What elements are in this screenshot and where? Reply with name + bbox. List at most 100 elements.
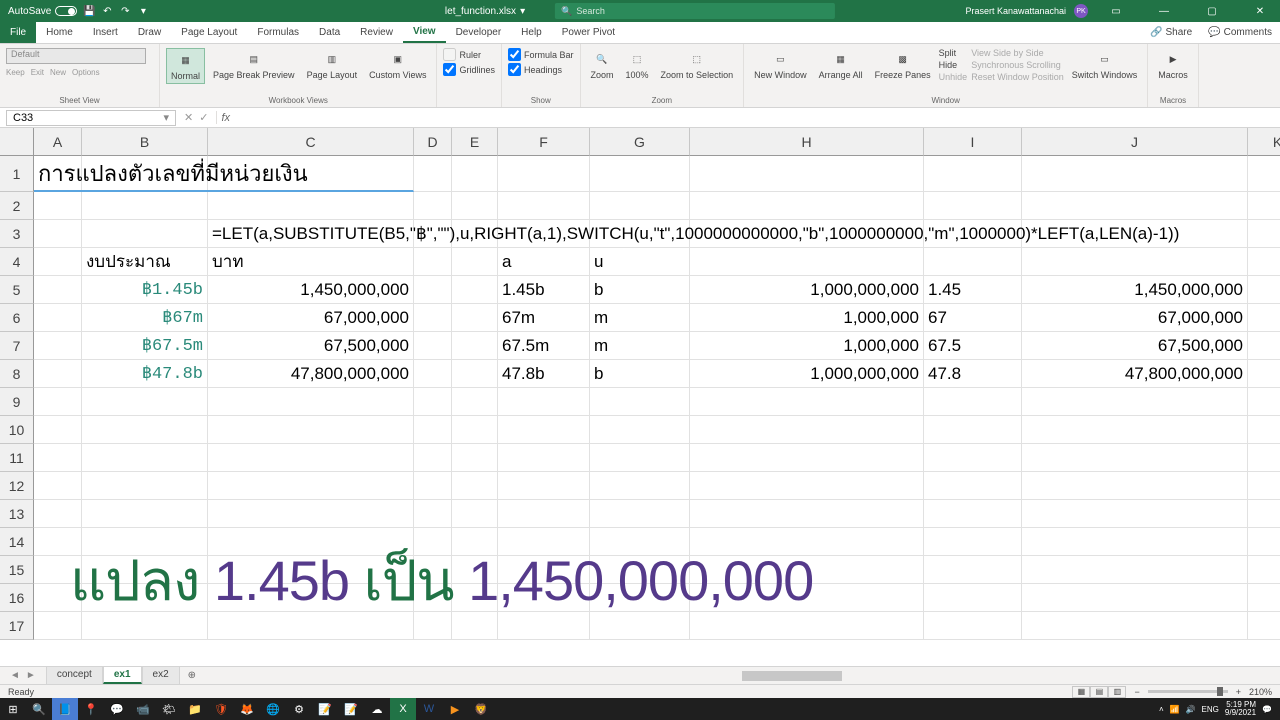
maximize-button[interactable]: ▢: [1192, 0, 1232, 22]
task-icon[interactable]: 🌐: [260, 698, 286, 720]
search-input[interactable]: 🔍 Search: [555, 3, 835, 19]
zoom100-button[interactable]: ⬚100%: [622, 48, 653, 82]
cell[interactable]: งบประมาณ: [82, 248, 208, 276]
task-icon[interactable]: 📁: [182, 698, 208, 720]
cell[interactable]: 67: [924, 304, 1022, 332]
column-header[interactable]: F: [498, 128, 590, 156]
zoom-slider[interactable]: [1148, 690, 1228, 693]
cell[interactable]: 67.5: [924, 332, 1022, 360]
cell[interactable]: 1.45: [924, 276, 1022, 304]
sheet-tab-ex1[interactable]: ex1: [103, 667, 142, 684]
row-header[interactable]: 13: [0, 500, 34, 528]
tab-help[interactable]: Help: [511, 22, 552, 43]
tab-draw[interactable]: Draw: [128, 22, 171, 43]
row-header[interactable]: 9: [0, 388, 34, 416]
macros-button[interactable]: ▶Macros: [1154, 48, 1192, 82]
add-sheet-button[interactable]: ⊕: [180, 670, 204, 681]
cell[interactable]: 67,000,000: [1022, 304, 1248, 332]
row-header[interactable]: 15: [0, 556, 34, 584]
cell[interactable]: m: [590, 332, 690, 360]
cell[interactable]: 1,000,000,000: [690, 276, 924, 304]
hide-button[interactable]: Hide: [939, 60, 968, 70]
tab-insert[interactable]: Insert: [83, 22, 128, 43]
zoom-in-button[interactable]: +: [1236, 687, 1241, 697]
cell[interactable]: 1,450,000,000: [208, 276, 414, 304]
column-header[interactable]: G: [590, 128, 690, 156]
cell[interactable]: การแปลงตัวเลขที่มีหน่วยเงิน: [34, 156, 414, 192]
cell[interactable]: 1,000,000: [690, 332, 924, 360]
select-all-corner[interactable]: [0, 128, 34, 156]
cell[interactable]: 47,800,000,000: [1022, 360, 1248, 388]
cell[interactable]: บาท: [208, 248, 414, 276]
language-indicator[interactable]: ENG: [1202, 705, 1219, 714]
row-header[interactable]: 5: [0, 276, 34, 304]
qat-dropdown-icon[interactable]: ▾: [137, 5, 149, 17]
column-header[interactable]: E: [452, 128, 498, 156]
split-button[interactable]: Split: [939, 48, 968, 58]
tab-review[interactable]: Review: [350, 22, 403, 43]
cell[interactable]: m: [590, 304, 690, 332]
switchwindows-button[interactable]: ▭Switch Windows: [1068, 48, 1142, 82]
tab-file[interactable]: File: [0, 22, 36, 43]
row-header[interactable]: 14: [0, 528, 34, 556]
task-icon[interactable]: 🛡: [208, 698, 234, 720]
cell[interactable]: b: [590, 276, 690, 304]
row-header[interactable]: 2: [0, 192, 34, 220]
volume-icon[interactable]: 🔊: [1186, 705, 1196, 714]
tab-home[interactable]: Home: [36, 22, 83, 43]
tab-data[interactable]: Data: [309, 22, 350, 43]
column-header[interactable]: H: [690, 128, 924, 156]
tab-view[interactable]: View: [403, 22, 446, 43]
prev-sheet-icon[interactable]: ◄: [10, 670, 20, 681]
task-icon[interactable]: 📝: [312, 698, 338, 720]
column-header[interactable]: K: [1248, 128, 1280, 156]
task-icon[interactable]: 🔍: [26, 698, 52, 720]
pagebreakview-icon[interactable]: ▥: [1108, 686, 1126, 698]
task-icon[interactable]: 🌤: [156, 698, 182, 720]
task-icon[interactable]: ⚙: [286, 698, 312, 720]
cell[interactable]: 1,000,000,000: [690, 360, 924, 388]
clock[interactable]: 5:19 PM9/9/2021: [1225, 701, 1256, 717]
column-header[interactable]: J: [1022, 128, 1248, 156]
zoom-out-button[interactable]: −: [1134, 687, 1139, 697]
zoom-level[interactable]: 210%: [1249, 687, 1272, 697]
next-sheet-icon[interactable]: ►: [26, 670, 36, 681]
cell[interactable]: 1.45b: [498, 276, 590, 304]
task-icon[interactable]: 🦊: [234, 698, 260, 720]
cell[interactable]: 1,000,000: [690, 304, 924, 332]
task-icon[interactable]: 🦁: [468, 698, 494, 720]
row-header[interactable]: 16: [0, 584, 34, 612]
row-header[interactable]: 12: [0, 472, 34, 500]
pagelayout-button[interactable]: ▥Page Layout: [303, 48, 362, 82]
customviews-button[interactable]: ▣Custom Views: [365, 48, 430, 82]
tab-developer[interactable]: Developer: [446, 22, 512, 43]
arrangeall-button[interactable]: ▦Arrange All: [815, 48, 867, 82]
filename[interactable]: let_function.xlsx ▾: [445, 6, 525, 17]
headings-checkbox[interactable]: Headings: [508, 63, 574, 76]
wifi-icon[interactable]: 📶: [1170, 705, 1180, 714]
row-header[interactable]: 1: [0, 156, 34, 192]
task-icon[interactable]: ▶: [442, 698, 468, 720]
cell[interactable]: 67,500,000: [208, 332, 414, 360]
task-icon[interactable]: 📝: [338, 698, 364, 720]
user-name[interactable]: Prasert Kanawattanachai: [965, 6, 1066, 16]
cell[interactable]: 47.8b: [498, 360, 590, 388]
share-button[interactable]: 🔗Share: [1142, 22, 1200, 43]
column-header[interactable]: C: [208, 128, 414, 156]
task-icon[interactable]: 📘: [52, 698, 78, 720]
fx-icon[interactable]: fx: [217, 112, 234, 124]
task-icon[interactable]: 💬: [104, 698, 130, 720]
row-header[interactable]: 10: [0, 416, 34, 444]
newwindow-button[interactable]: ▭New Window: [750, 48, 811, 82]
cell[interactable]: a: [498, 248, 590, 276]
notifications-icon[interactable]: 💬: [1262, 705, 1272, 714]
row-header[interactable]: 8: [0, 360, 34, 388]
cell[interactable]: 67,500,000: [1022, 332, 1248, 360]
column-header[interactable]: I: [924, 128, 1022, 156]
autosave-toggle[interactable]: AutoSave: [8, 6, 77, 17]
excel-taskbar-icon[interactable]: X: [390, 698, 416, 720]
ribbon-display-icon[interactable]: ▭: [1096, 0, 1136, 22]
undo-icon[interactable]: ↶: [101, 5, 113, 17]
tab-pagelayout[interactable]: Page Layout: [171, 22, 247, 43]
name-box[interactable]: C33▾: [6, 110, 176, 126]
